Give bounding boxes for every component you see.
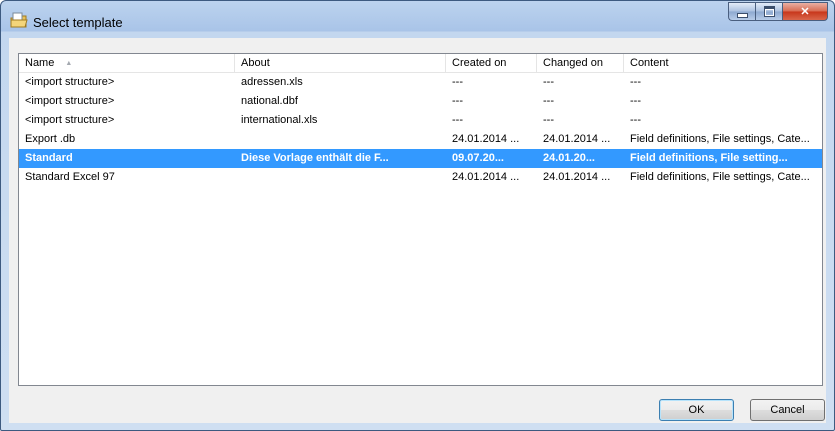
- maximize-button[interactable]: [755, 2, 782, 21]
- cell-name: <import structure>: [25, 76, 115, 88]
- template-list[interactable]: Name ▲ About Created on Changed on Conten…: [18, 53, 823, 386]
- minimize-button[interactable]: [728, 2, 755, 21]
- cell-created: 24.01.2014 ...: [452, 171, 520, 183]
- list-row[interactable]: Standard Excel 97 24.01.2014 ... 24.01.2…: [19, 168, 822, 187]
- cell-name: Standard Excel 97: [25, 171, 115, 183]
- cell-name: Standard: [25, 152, 73, 164]
- list-row[interactable]: Export .db 24.01.2014 ... 24.01.2014 ...…: [19, 130, 822, 149]
- list-row[interactable]: <import structure> international.xls ---…: [19, 111, 822, 130]
- cell-changed: ---: [543, 76, 554, 88]
- column-header-label: Name: [25, 57, 55, 69]
- column-header-changed[interactable]: Changed on: [537, 54, 624, 72]
- cell-about: international.xls: [241, 114, 318, 126]
- cell-name: <import structure>: [25, 114, 115, 126]
- caption-buttons: ✕: [728, 2, 828, 22]
- title-bar[interactable]: Select template ✕: [1, 1, 834, 35]
- list-row[interactable]: <import structure> adressen.xls --- --- …: [19, 73, 822, 92]
- cell-created: ---: [452, 95, 463, 107]
- cell-created: ---: [452, 114, 463, 126]
- cell-about: national.dbf: [241, 95, 298, 107]
- column-header-name[interactable]: Name ▲: [19, 54, 235, 72]
- column-header-created[interactable]: Created on: [446, 54, 537, 72]
- column-header-label: About: [241, 57, 270, 69]
- cell-created: 24.01.2014 ...: [452, 133, 520, 145]
- cell-changed: 24.01.2014 ...: [543, 171, 611, 183]
- column-header-label: Content: [630, 57, 669, 69]
- cell-changed: ---: [543, 95, 554, 107]
- template-folder-icon: [10, 12, 28, 28]
- select-template-dialog: Select template ✕ Name ▲ About Created on…: [0, 0, 835, 431]
- maximize-icon: [763, 6, 775, 17]
- minimize-icon: [736, 12, 748, 18]
- cell-content: Field definitions, File setting...: [630, 152, 788, 164]
- cell-name: Export .db: [25, 133, 76, 145]
- close-icon: ✕: [800, 6, 810, 18]
- column-header-content[interactable]: Content: [624, 54, 822, 72]
- cell-changed: 24.01.20...: [543, 152, 595, 164]
- cell-about: Diese Vorlage enthält die F...: [241, 152, 389, 164]
- window-title: Select template: [33, 15, 123, 30]
- cell-content: ---: [630, 95, 641, 107]
- dialog-client-area: Name ▲ About Created on Changed on Conten…: [9, 38, 826, 423]
- list-header: Name ▲ About Created on Changed on Conten…: [19, 54, 822, 73]
- cell-changed: 24.01.2014 ...: [543, 133, 611, 145]
- sort-ascending-icon: ▲: [65, 60, 73, 67]
- close-button[interactable]: ✕: [782, 2, 828, 21]
- cell-changed: ---: [543, 114, 554, 126]
- cell-created: ---: [452, 76, 463, 88]
- list-row[interactable]: Standard Diese Vorlage enthält die F... …: [19, 149, 822, 168]
- cell-about: adressen.xls: [241, 76, 303, 88]
- list-row[interactable]: <import structure> national.dbf --- --- …: [19, 92, 822, 111]
- cell-name: <import structure>: [25, 95, 115, 107]
- cancel-button[interactable]: Cancel: [750, 399, 825, 421]
- column-header-about[interactable]: About: [235, 54, 446, 72]
- cell-content: Field definitions, File settings, Cate..…: [630, 171, 810, 183]
- column-header-label: Changed on: [543, 57, 603, 69]
- cell-created: 09.07.20...: [452, 152, 504, 164]
- cell-content: ---: [630, 114, 641, 126]
- cell-content: Field definitions, File settings, Cate..…: [630, 133, 810, 145]
- ok-button[interactable]: OK: [659, 399, 734, 421]
- cell-content: ---: [630, 76, 641, 88]
- column-header-label: Created on: [452, 57, 507, 69]
